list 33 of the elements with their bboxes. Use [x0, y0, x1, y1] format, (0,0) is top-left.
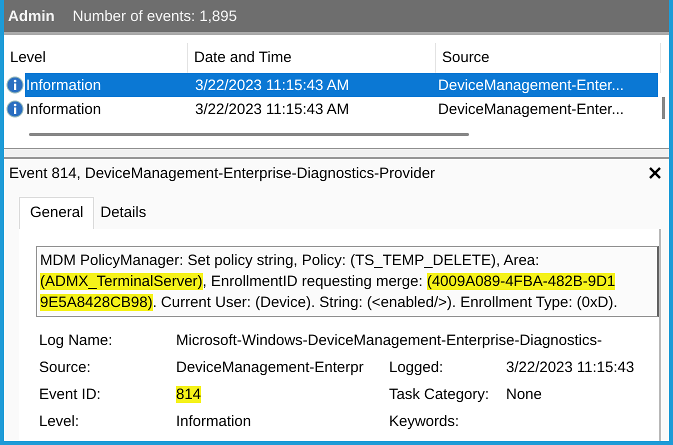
tab[interactable]: General	[19, 197, 94, 229]
description-line: 9E5A8428CB98). Current User: (Device). String: (<enabled/>). Enrollment Type: (0xD).	[40, 293, 618, 313]
field-label: Task Category:	[389, 386, 490, 403]
field-value: 814	[176, 386, 202, 403]
level-cell: Information	[26, 100, 102, 118]
field-label: Logged:	[389, 359, 444, 376]
level-cell: Information	[26, 76, 102, 94]
description-line: (ADMX_TerminalServer), EnrollmentID requesting merge: (4009A089-4FBA-482B-9D1	[40, 272, 616, 292]
scrollbar-thumb[interactable]	[29, 133, 469, 136]
event-row[interactable]: Information 3/22/2023 11:15:43 AM DeviceManagement-Enter...	[4, 73, 658, 97]
field-value: Microsoft-Windows-DeviceManagement-Enterprise-Diagnostics-	[176, 332, 602, 349]
field-label: Source:	[38, 359, 92, 376]
scrollbar-thumb[interactable]	[662, 97, 665, 119]
tab[interactable]: Details	[94, 197, 152, 229]
info-icon	[6, 76, 24, 94]
description-line: MDM PolicyManager: Set policy string, Policy: (TS_TEMP_DELETE), Area:	[40, 251, 540, 271]
field-label: Keywords:	[389, 413, 460, 430]
field-value: Information	[176, 413, 252, 430]
field-value: DeviceManagement-Enterpr	[176, 359, 364, 376]
source-cell-text: DeviceManagement-Enter...	[437, 76, 625, 94]
date-cell-text: 3/22/2023 11:15:43 AM	[194, 100, 350, 118]
log-name: Admin	[8, 8, 55, 24]
close-icon[interactable]	[649, 167, 661, 179]
field-label: Log Name:	[38, 332, 114, 349]
field-value: None	[506, 386, 542, 403]
date-cell-text: 3/22/2023 11:15:43 AM	[194, 76, 350, 94]
field-label: Event ID:	[38, 386, 102, 403]
source-cell-text: DeviceManagement-Enter...	[437, 100, 625, 118]
field-label: Level:	[38, 413, 80, 430]
event-title: Event 814, DeviceManagement-Enterprise-Diagnostics-Provider	[9, 164, 436, 182]
field-value: 3/22/2023 11:15:43	[506, 359, 634, 376]
event-row[interactable]: Information 3/22/2023 11:15:43 AM DeviceManagement-Enter...	[4, 97, 658, 121]
event-count: Number of events: 1,895	[72, 8, 237, 24]
